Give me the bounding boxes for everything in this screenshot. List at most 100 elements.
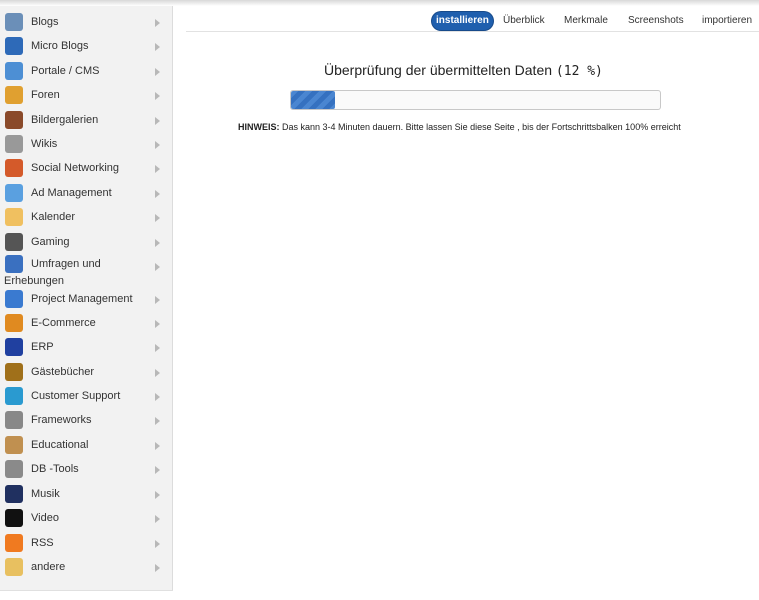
- chevron-right-icon: [155, 417, 160, 425]
- sidebar-item-blogs[interactable]: Blogs: [0, 11, 173, 33]
- sidebar-item-umfragen-und[interactable]: Umfragen und Erhebungen: [0, 253, 173, 287]
- sidebar-item-rss[interactable]: RSS: [0, 532, 173, 554]
- sidebar-item-label: Musik: [31, 488, 60, 500]
- sidebar-item-label: Video: [31, 512, 59, 524]
- folder-icon: [5, 558, 23, 576]
- tab-installieren[interactable]: installieren: [432, 12, 493, 30]
- gallery-icon: [5, 111, 23, 129]
- sidebar-item-andere[interactable]: andere: [0, 556, 173, 578]
- sidebar-bottom-line: [0, 590, 173, 591]
- sidebar-item-label-line2: Erhebungen: [4, 275, 64, 287]
- chevron-right-icon: [155, 296, 160, 304]
- pie-chart-icon: [5, 255, 23, 273]
- bar-chart-icon: [5, 338, 23, 356]
- sidebar-item-label: Gaming: [31, 236, 70, 248]
- user-icon: [5, 13, 23, 31]
- database-icon: [5, 460, 23, 478]
- sidebar-item-label: E-Commerce: [31, 317, 96, 329]
- sidebar-item-e-commerce[interactable]: E-Commerce: [0, 312, 173, 334]
- open-book-icon: [5, 436, 23, 454]
- chevron-right-icon: [155, 442, 160, 450]
- tab-ueberblick[interactable]: Überblick: [503, 12, 545, 30]
- tab-underline: [186, 31, 759, 32]
- chat-bubbles-icon: [5, 387, 23, 405]
- sidebar-item-gästebücher[interactable]: Gästebücher: [0, 361, 173, 383]
- sidebar-item-ad-management[interactable]: Ad Management: [0, 182, 173, 204]
- sidebar: Blogs Micro Blogs Portale / CMS Foren Bilder…: [0, 6, 173, 591]
- cart-icon: [5, 314, 23, 332]
- hint-label: HINWEIS:: [238, 122, 280, 132]
- chevron-right-icon: [155, 214, 160, 222]
- sidebar-item-musik[interactable]: Musik: [0, 483, 173, 505]
- music-icon: [5, 485, 23, 503]
- chevron-right-icon: [155, 68, 160, 76]
- sidebar-item-portale-cms[interactable]: Portale / CMS: [0, 60, 173, 82]
- sidebar-item-label: Social Networking: [31, 162, 120, 174]
- gears-icon: [5, 411, 23, 429]
- sidebar-item-label: Educational: [31, 439, 89, 451]
- chevron-right-icon: [155, 320, 160, 328]
- gamepad-icon: [5, 233, 23, 251]
- sidebar-item-label: Project Management: [31, 293, 133, 305]
- chevron-right-icon: [155, 19, 160, 27]
- sidebar-item-educational[interactable]: Educational: [0, 434, 173, 456]
- people-icon: [5, 159, 23, 177]
- chevron-right-icon: [155, 263, 160, 271]
- sidebar-item-bildergalerien[interactable]: Bildergalerien: [0, 109, 173, 131]
- tab-importieren[interactable]: importieren: [702, 12, 752, 30]
- book-icon: [5, 363, 23, 381]
- sidebar-item-customer-support[interactable]: Customer Support: [0, 385, 173, 407]
- sidebar-item-label: Blogs: [31, 16, 59, 28]
- chevron-right-icon: [155, 369, 160, 377]
- chevron-right-icon: [155, 466, 160, 474]
- sidebar-item-label: andere: [31, 561, 66, 573]
- sidebar-item-wikis[interactable]: Wikis: [0, 133, 173, 155]
- sidebar-item-label: Frameworks: [31, 414, 92, 426]
- sidebar-item-micro-blogs[interactable]: Micro Blogs: [0, 35, 173, 57]
- sidebar-item-label: Ad Management: [31, 187, 112, 199]
- sidebar-item-foren[interactable]: Foren: [0, 84, 173, 106]
- sidebar-item-label: Foren: [31, 89, 60, 101]
- chevron-right-icon: [155, 92, 160, 100]
- chevron-right-icon: [155, 491, 160, 499]
- sidebar-item-kalender[interactable]: Kalender: [0, 206, 173, 228]
- sidebar-item-erp[interactable]: ERP: [0, 336, 173, 358]
- page-title-text: Überprüfung der übermittelten Daten: [324, 62, 553, 78]
- tab-screenshots[interactable]: Screenshots: [628, 12, 684, 30]
- sidebar-item-label: Wikis: [31, 138, 58, 150]
- chevron-right-icon: [155, 344, 160, 352]
- sidebar-item-project-management[interactable]: Project Management: [0, 288, 173, 310]
- sidebar-item-label: Gästebücher: [31, 366, 94, 378]
- chevron-right-icon: [155, 540, 160, 548]
- chevron-right-icon: [155, 43, 160, 51]
- chevron-right-icon: [155, 141, 160, 149]
- rss-icon: [5, 534, 23, 552]
- window-icon: [5, 62, 23, 80]
- page-title: Überprüfung der übermittelten Daten (12 …: [324, 62, 603, 79]
- sidebar-item-social-networking[interactable]: Social Networking: [0, 157, 173, 179]
- sidebar-item-label: Portale / CMS: [31, 65, 100, 77]
- chevron-right-icon: [155, 190, 160, 198]
- chevron-right-icon: [155, 393, 160, 401]
- list-icon: [5, 290, 23, 308]
- puzzle-globe-icon: [5, 135, 23, 153]
- tab-merkmale[interactable]: Merkmale: [564, 12, 608, 30]
- calendar-icon: [5, 208, 23, 226]
- clapperboard-icon: [5, 509, 23, 527]
- forum-icon: [5, 86, 23, 104]
- chevron-right-icon: [155, 564, 160, 572]
- sidebar-item-gaming[interactable]: Gaming: [0, 231, 173, 253]
- hint-message: Das kann 3-4 Minuten dauern. Bitte lasse…: [279, 122, 681, 132]
- sidebar-item-label: Customer Support: [31, 390, 121, 402]
- hint-text: HINWEIS: Das kann 3-4 Minuten dauern. Bi…: [238, 122, 681, 132]
- micro-blogs-icon: [5, 37, 23, 55]
- sidebar-item-label: Bildergalerien: [31, 114, 99, 126]
- sidebar-item-db-tools[interactable]: DB -Tools: [0, 458, 173, 480]
- ad-arrow-icon: [5, 184, 23, 202]
- sidebar-item-label: Umfragen und: [31, 258, 101, 270]
- sidebar-item-label: Kalender: [31, 211, 76, 223]
- sidebar-item-video[interactable]: Video: [0, 507, 173, 529]
- progress-bar-fill: [291, 91, 336, 109]
- sidebar-item-label: Micro Blogs: [31, 40, 89, 52]
- sidebar-item-frameworks[interactable]: Frameworks: [0, 409, 173, 431]
